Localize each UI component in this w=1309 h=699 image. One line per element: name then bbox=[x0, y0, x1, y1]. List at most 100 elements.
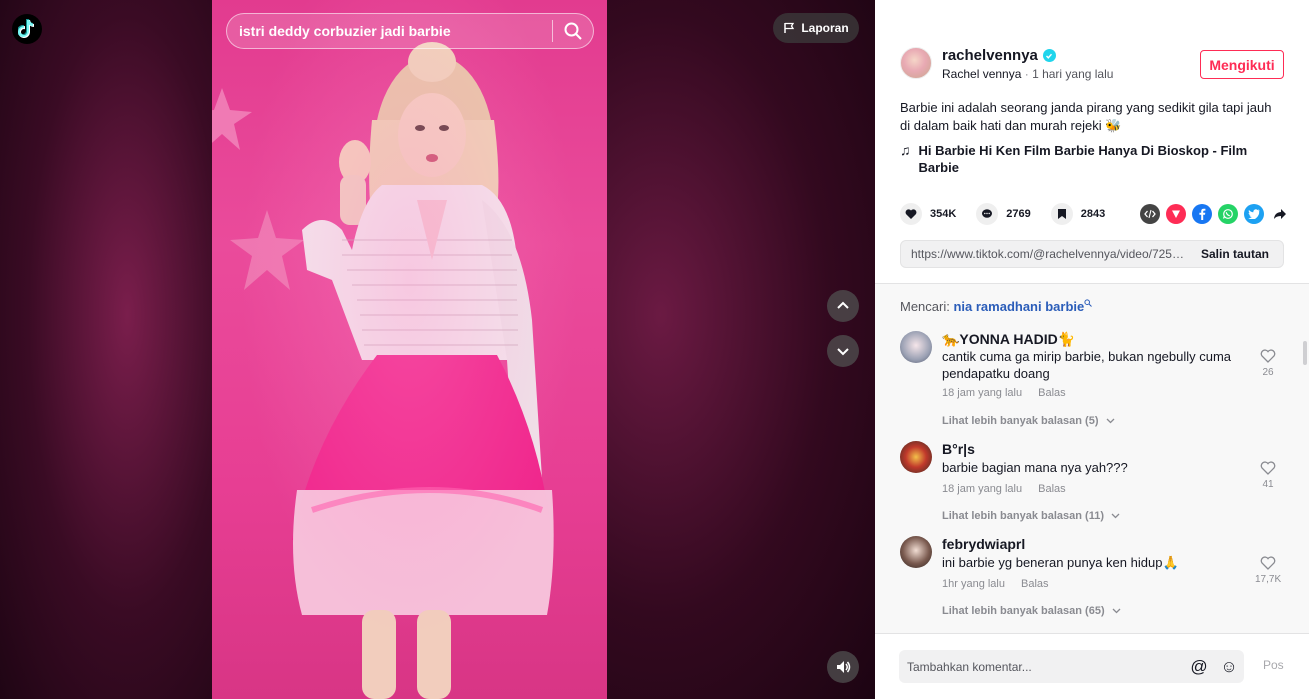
send-icon[interactable] bbox=[1166, 204, 1186, 224]
view-more-replies[interactable]: Lihat lebih banyak balasan (65) bbox=[942, 605, 1121, 617]
music-note-icon: ♫ bbox=[900, 142, 911, 158]
comment-time: 18 jam yang lalu bbox=[942, 483, 1023, 495]
author-username-row[interactable]: rachelvennya bbox=[942, 47, 1056, 64]
chevron-down-icon bbox=[1111, 513, 1120, 519]
author-subline: Rachel vennya · 1 hari yang lalu bbox=[942, 67, 1113, 81]
copy-link-button[interactable]: Salin tautan bbox=[1187, 247, 1283, 261]
detail-panel: rachelvennya Rachel vennya · 1 hari yang… bbox=[875, 0, 1309, 699]
comment-input-placeholder[interactable]: Tambahkan komentar... bbox=[907, 660, 1184, 674]
heart-outline-icon[interactable] bbox=[1260, 461, 1276, 475]
search-icon[interactable] bbox=[553, 14, 593, 48]
share-link-box: https://www.tiktok.com/@rachelvennya/vid… bbox=[900, 240, 1284, 268]
comments-section: Mencari: nia ramadhani barbie 🐆YONNA HAD… bbox=[875, 283, 1309, 633]
comment-item: B°r|s barbie bagian mana nya yah??? 18 j… bbox=[900, 441, 1290, 531]
music-link[interactable]: ♫ Hi Barbie Hi Ken Film Barbie Hanya Di … bbox=[900, 142, 1280, 176]
heart-icon bbox=[900, 203, 922, 225]
bookmark-icon bbox=[1050, 203, 1073, 225]
forward-icon[interactable] bbox=[1270, 204, 1290, 224]
verified-badge-icon bbox=[1042, 49, 1056, 62]
embed-icon[interactable] bbox=[1140, 204, 1160, 224]
comment-like-count: 41 bbox=[1262, 479, 1274, 490]
comment-button[interactable]: 2769 bbox=[976, 203, 1031, 225]
post-info: rachelvennya Rachel vennya · 1 hari yang… bbox=[875, 0, 1309, 283]
comment-item: 🐆YONNA HADID🐈 cantik cuma ga mirip barbi… bbox=[900, 331, 1290, 431]
following-button[interactable]: Mengikuti bbox=[1200, 50, 1284, 79]
whatsapp-icon[interactable] bbox=[1218, 204, 1238, 224]
comment-like[interactable]: 17,7K bbox=[1255, 556, 1281, 585]
comment-count: 2769 bbox=[1006, 208, 1031, 220]
commenter-name[interactable]: 🐆YONNA HADID🐈 bbox=[942, 331, 1075, 348]
view-more-replies-label[interactable]: Lihat lebih banyak balasan (11) bbox=[942, 510, 1104, 522]
action-bar: 354K 2769 2843 bbox=[900, 203, 1290, 225]
twitter-icon[interactable] bbox=[1244, 204, 1264, 224]
save-count: 2843 bbox=[1080, 208, 1106, 220]
view-more-replies[interactable]: Lihat lebih banyak balasan (11) bbox=[942, 510, 1120, 522]
next-video-button[interactable] bbox=[827, 335, 859, 367]
comment-like[interactable]: 41 bbox=[1255, 461, 1281, 490]
like-button[interactable]: 354K bbox=[900, 203, 956, 225]
report-button[interactable]: Laporan bbox=[773, 13, 859, 43]
comment-like[interactable]: 26 bbox=[1255, 349, 1281, 378]
search-bar[interactable]: istri deddy corbuzier jadi barbie bbox=[226, 13, 594, 49]
comment-text: ini barbie yg beneran punya ken hidup🙏 bbox=[942, 555, 1179, 570]
like-count: 354K bbox=[930, 208, 957, 220]
author-username[interactable]: rachelvennya bbox=[942, 47, 1038, 64]
comment-time: 18 jam yang lalu bbox=[942, 387, 1023, 399]
comment-text: barbie bagian mana nya yah??? bbox=[942, 460, 1128, 475]
flag-icon bbox=[784, 22, 795, 33]
comments-scrollbar[interactable] bbox=[1303, 341, 1307, 365]
chevron-down-icon bbox=[1112, 608, 1121, 614]
heart-outline-icon[interactable] bbox=[1260, 556, 1276, 570]
post-comment-button[interactable]: Pos bbox=[1263, 658, 1284, 672]
share-icons bbox=[1140, 204, 1290, 224]
commenter-avatar[interactable] bbox=[900, 331, 932, 363]
save-button[interactable]: 2843 bbox=[1050, 203, 1106, 225]
share-url[interactable]: https://www.tiktok.com/@rachelvennya/vid… bbox=[901, 247, 1187, 261]
previous-video-button[interactable] bbox=[827, 290, 859, 322]
reply-button[interactable]: Balas bbox=[1038, 387, 1066, 399]
comment-meta: 18 jam yang lalu Balas bbox=[942, 483, 1066, 495]
comment-input[interactable]: Tambahkan komentar... @ ☺ bbox=[899, 650, 1244, 683]
view-more-replies[interactable]: Lihat lebih banyak balasan (5) bbox=[942, 415, 1115, 427]
tiktok-logo-icon[interactable] bbox=[12, 14, 42, 44]
comment-like-count: 26 bbox=[1262, 367, 1274, 378]
search-input[interactable]: istri deddy corbuzier jadi barbie bbox=[227, 23, 552, 39]
view-more-replies-label[interactable]: Lihat lebih banyak balasan (65) bbox=[942, 605, 1105, 617]
volume-icon bbox=[837, 661, 851, 673]
author-avatar[interactable] bbox=[900, 47, 932, 79]
commenter-name[interactable]: B°r|s bbox=[942, 441, 975, 457]
heart-outline-icon[interactable] bbox=[1260, 349, 1276, 363]
reply-button[interactable]: Balas bbox=[1038, 483, 1066, 495]
mention-icon[interactable]: @ bbox=[1184, 657, 1214, 677]
related-search-keyword[interactable]: nia ramadhani barbie bbox=[953, 299, 1084, 314]
comment-meta: 18 jam yang lalu Balas bbox=[942, 387, 1066, 399]
commenter-avatar[interactable] bbox=[900, 536, 932, 568]
commenter-avatar[interactable] bbox=[900, 441, 932, 473]
commenter-name[interactable]: febrydwiaprl bbox=[942, 536, 1025, 552]
posted-time: 1 hari yang lalu bbox=[1032, 67, 1114, 81]
author-display-name: Rachel vennya bbox=[942, 67, 1022, 81]
comment-like-count: 17,7K bbox=[1255, 574, 1282, 585]
reply-button[interactable]: Balas bbox=[1021, 578, 1049, 590]
chevron-up-icon bbox=[837, 301, 849, 309]
search-small-icon bbox=[1084, 299, 1093, 307]
volume-button[interactable] bbox=[827, 651, 859, 683]
comment-meta: 1hr yang lalu Balas bbox=[942, 578, 1049, 590]
chevron-down-icon bbox=[837, 348, 849, 356]
chevron-down-icon bbox=[1106, 418, 1115, 424]
music-title[interactable]: Hi Barbie Hi Ken Film Barbie Hanya Di Bi… bbox=[919, 142, 1281, 176]
report-label: Laporan bbox=[801, 21, 849, 35]
video-stage: istri deddy corbuzier jadi barbie Lapora… bbox=[0, 0, 875, 699]
related-search[interactable]: Mencari: nia ramadhani barbie bbox=[900, 299, 1093, 314]
comment-text: cantik cuma ga mirip barbie, bukan ngebu… bbox=[942, 349, 1232, 381]
view-more-replies-label[interactable]: Lihat lebih banyak balasan (5) bbox=[942, 415, 1099, 427]
comment-composer: Tambahkan komentar... @ ☺ Pos bbox=[875, 633, 1309, 699]
emoji-icon[interactable]: ☺ bbox=[1214, 657, 1244, 677]
related-search-prefix: Mencari: bbox=[900, 299, 954, 314]
subline-separator: · bbox=[1021, 67, 1033, 81]
facebook-icon[interactable] bbox=[1192, 204, 1212, 224]
comment-item: febrydwiaprl ini barbie yg beneran punya… bbox=[900, 536, 1290, 626]
video-player[interactable] bbox=[212, 0, 607, 699]
blurred-backdrop-left bbox=[0, 0, 212, 699]
comment-time: 1hr yang lalu bbox=[942, 578, 1005, 590]
